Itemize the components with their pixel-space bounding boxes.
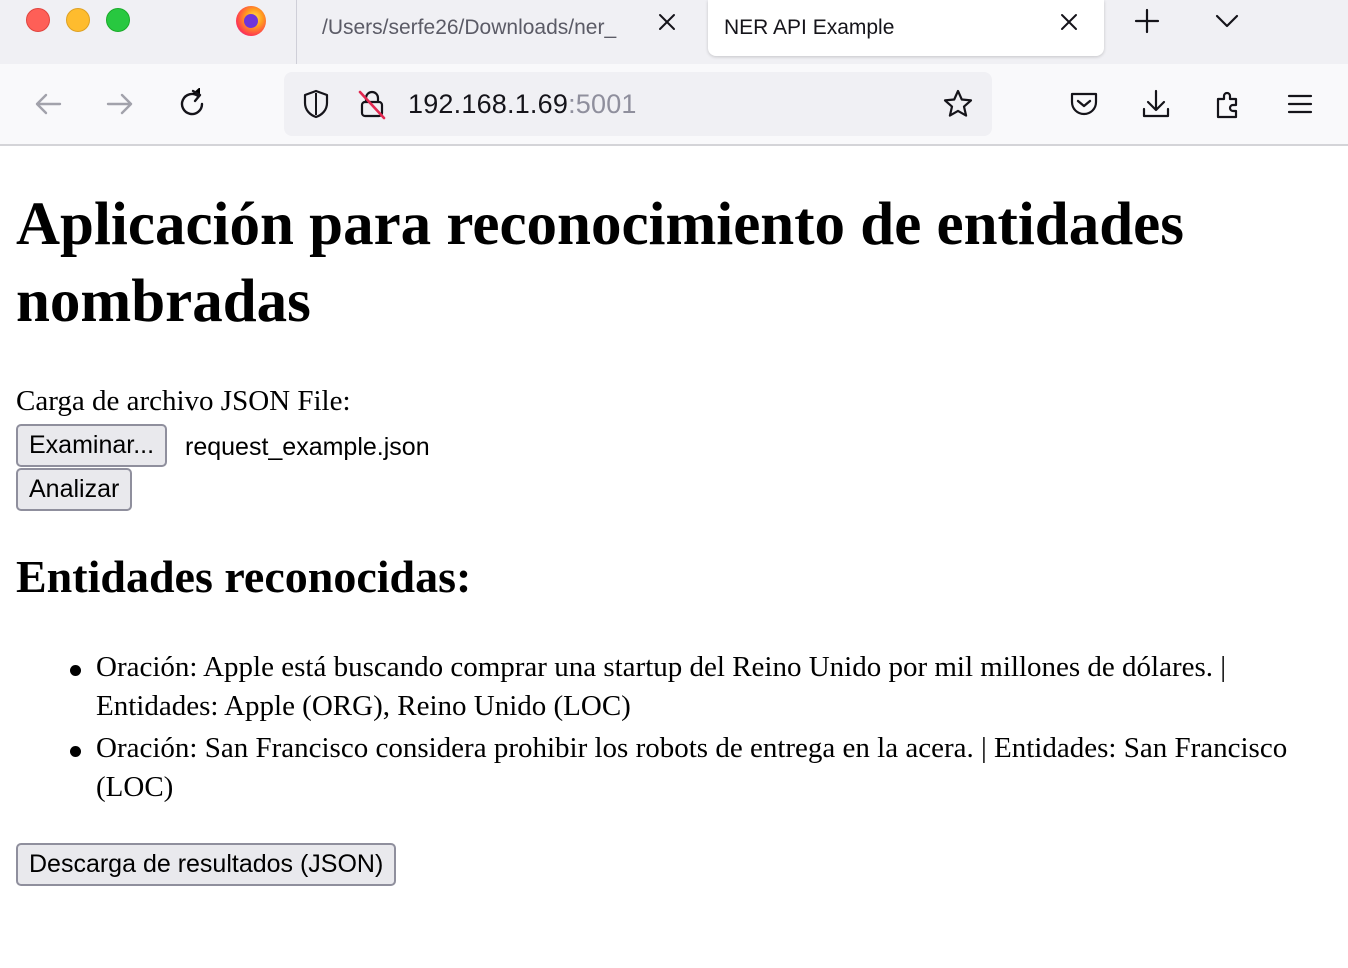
list-item: Oración: San Francisco considera prohibi…	[16, 729, 1336, 807]
url-host: 192.168.1.69	[408, 89, 569, 119]
extensions-icon[interactable]	[1210, 86, 1246, 122]
firefox-icon[interactable]	[236, 6, 266, 36]
plus-icon[interactable]	[1132, 6, 1162, 36]
pocket-icon[interactable]	[1066, 86, 1102, 122]
hamburger-menu-icon[interactable]	[1282, 86, 1318, 122]
bullet	[70, 665, 81, 676]
download-results-button[interactable]: Descarga de resultados (JSON)	[16, 843, 397, 886]
tab-file[interactable]: /Users/serfe26/Downloads/ner_	[306, 0, 702, 56]
tab-separator	[296, 0, 297, 64]
minimize-window-button[interactable]	[66, 8, 90, 32]
url-text[interactable]: 192.168.1.69:5001	[408, 89, 637, 120]
browse-file-button[interactable]: Examinar...	[16, 424, 168, 467]
upload-label: Carga de archivo JSON File:	[16, 385, 351, 417]
insecure-lock-icon[interactable]	[354, 86, 390, 122]
tab-title: /Users/serfe26/Downloads/ner_	[322, 16, 617, 39]
tab-ner-api[interactable]: NER API Example	[708, 0, 1104, 56]
bullet	[70, 746, 81, 757]
navigation-toolbar: 192.168.1.69:5001	[0, 64, 1348, 146]
page-title: Aplicación para reconocimiento de entida…	[16, 191, 1184, 335]
reload-icon[interactable]	[174, 86, 210, 122]
close-icon[interactable]	[1056, 9, 1082, 35]
download-icon[interactable]	[1138, 86, 1174, 122]
zoom-window-button[interactable]	[106, 8, 130, 32]
url-port: :5001	[568, 89, 637, 119]
selected-file-name: request_example.json	[185, 433, 430, 461]
arrow-left-icon[interactable]	[30, 86, 66, 122]
results-heading: Entidades reconocidas:	[16, 551, 472, 602]
arrow-right-icon[interactable]	[102, 86, 138, 122]
close-icon[interactable]	[654, 9, 680, 35]
close-window-button[interactable]	[26, 8, 50, 32]
tab-strip: /Users/serfe26/Downloads/ner_ NER API Ex…	[0, 0, 1348, 64]
address-bar[interactable]: 192.168.1.69:5001	[284, 72, 992, 136]
star-icon[interactable]	[940, 86, 976, 122]
result-text: Oración: Apple está buscando comprar una…	[96, 651, 1227, 722]
tracking-shield-icon[interactable]	[298, 86, 334, 122]
chevron-down-icon[interactable]	[1212, 6, 1242, 36]
analyze-button[interactable]: Analizar	[16, 468, 133, 511]
tab-title: NER API Example	[724, 16, 895, 39]
list-item: Oración: Apple está buscando comprar una…	[16, 648, 1336, 726]
result-text: Oración: San Francisco considera prohibi…	[96, 732, 1288, 803]
results-list: Oración: Apple está buscando comprar una…	[16, 648, 1336, 810]
